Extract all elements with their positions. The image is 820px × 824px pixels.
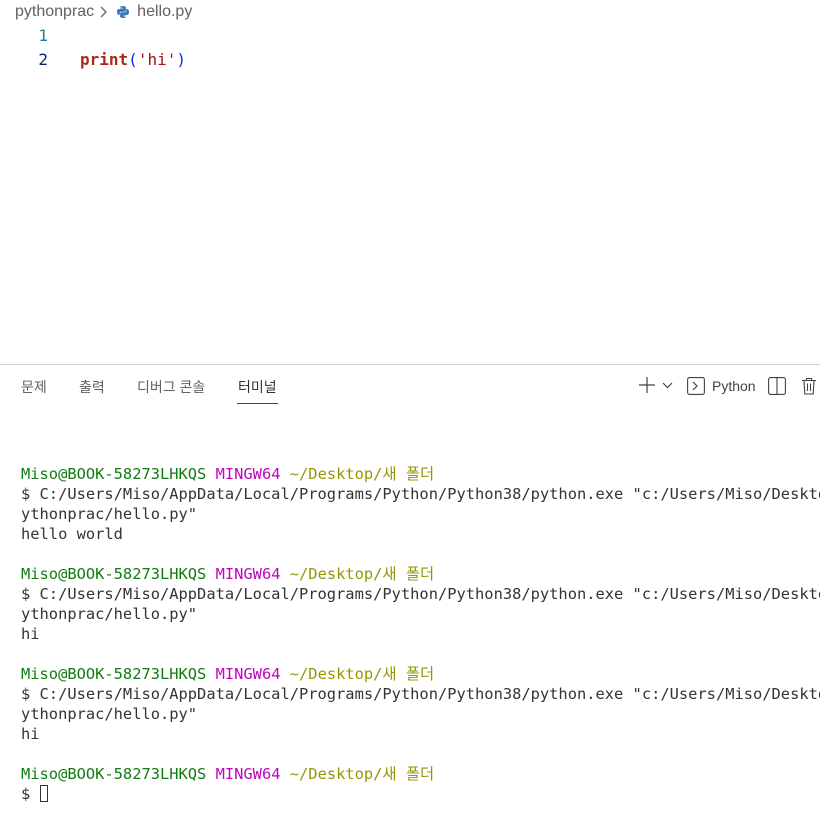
terminal-program-output: hello world: [21, 525, 123, 543]
terminal-command-wrap: ythonprac/hello.py": [21, 705, 198, 723]
terminal-path: ~/Desktop/새 폴더: [289, 765, 435, 783]
token-paren-open: (: [128, 50, 138, 69]
terminal-program-output: hi: [21, 725, 40, 743]
line-number: 1: [38, 26, 48, 45]
terminal-path: ~/Desktop/새 폴더: [289, 665, 435, 683]
breadcrumb-folder[interactable]: pythonprac: [15, 3, 94, 21]
editor-line-active: 2 print('hi'): [0, 48, 820, 72]
terminal-env: MINGW64: [215, 765, 281, 783]
terminal-user: Miso@BOOK-58273LHKQS: [21, 565, 207, 583]
terminal-command: $ C:/Users/Miso/AppData/Local/Programs/P…: [21, 685, 820, 703]
terminal-env: MINGW64: [215, 565, 281, 583]
terminal-prompt: $: [21, 785, 40, 803]
editor-line: 1: [0, 24, 820, 48]
terminal-icon[interactable]: [687, 377, 705, 395]
breadcrumb-file[interactable]: hello.py: [137, 3, 192, 21]
token-paren-close: ): [176, 50, 186, 69]
tab-output[interactable]: 출력: [79, 377, 105, 403]
terminal-command: $ C:/Users/Miso/AppData/Local/Programs/P…: [21, 585, 820, 603]
line-number: 2: [38, 50, 48, 69]
terminal-profile-label[interactable]: Python: [712, 378, 756, 394]
token-string: 'hi': [137, 50, 177, 69]
terminal-program-output: hi: [21, 625, 40, 643]
terminal-path: ~/Desktop/새 폴더: [289, 465, 435, 483]
chevron-down-icon[interactable]: [662, 380, 673, 390]
tab-debug-console[interactable]: 디버그 콘솔: [137, 377, 205, 403]
terminal-command: $ C:/Users/Miso/AppData/Local/Programs/P…: [21, 485, 820, 503]
terminal-user: Miso@BOOK-58273LHKQS: [21, 765, 207, 783]
code-text[interactable]: print('hi'): [80, 48, 186, 72]
python-file-icon: [116, 5, 130, 19]
tab-terminal[interactable]: 터미널: [237, 377, 278, 404]
terminal-path: ~/Desktop/새 폴더: [289, 565, 435, 583]
chevron-right-icon: [99, 6, 108, 18]
tab-problems[interactable]: 문제: [21, 377, 47, 403]
terminal-env: MINGW64: [215, 665, 281, 683]
trash-icon[interactable]: [801, 377, 817, 395]
terminal-user: Miso@BOOK-58273LHKQS: [21, 665, 207, 683]
breadcrumb: pythonprac hello.py: [0, 0, 820, 24]
plus-icon[interactable]: [638, 376, 656, 394]
terminal-command-wrap: ythonprac/hello.py": [21, 505, 198, 523]
token-function: print: [80, 50, 129, 69]
terminal-user: Miso@BOOK-58273LHKQS: [21, 465, 207, 483]
code-editor[interactable]: 1 2 print('hi'): [0, 24, 820, 364]
terminal-block: Miso@BOOK-58273LHKQS MINGW64 ~/Desktop/새…: [21, 464, 820, 804]
split-terminal-icon[interactable]: [768, 377, 786, 395]
terminal-output[interactable]: Miso@BOOK-58273LHKQS MINGW64 ~/Desktop/새…: [21, 444, 820, 824]
terminal-env: MINGW64: [215, 465, 281, 483]
terminal-command-wrap: ythonprac/hello.py": [21, 605, 198, 623]
terminal-cursor: [39, 785, 48, 802]
